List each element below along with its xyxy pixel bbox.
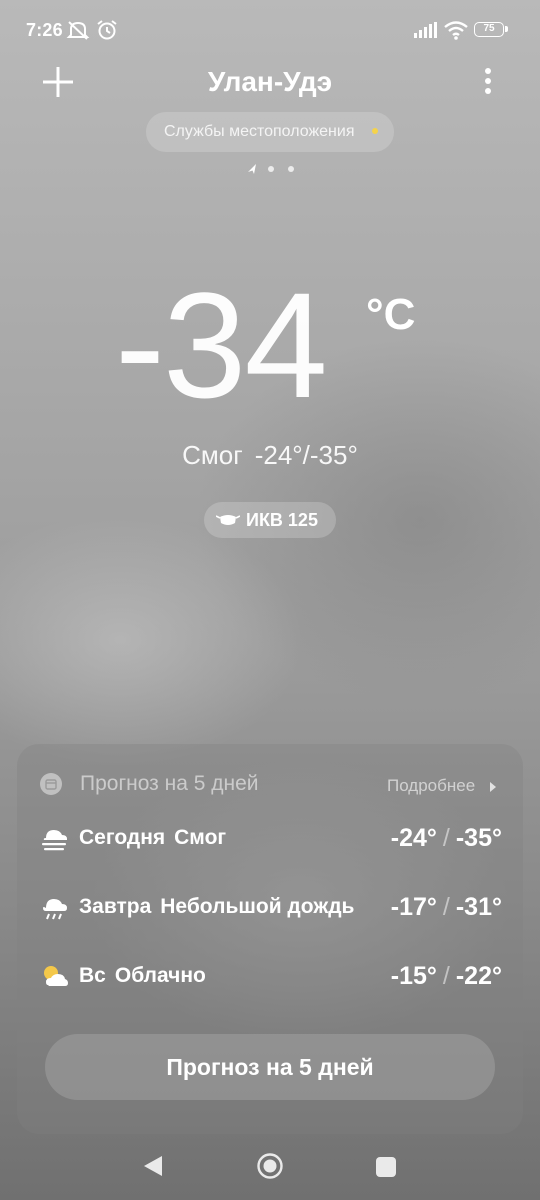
location-services-pill[interactable]: Службы местоположения — [146, 112, 394, 152]
current-temperature: -34 — [115, 261, 328, 429]
temperature-unit: °C — [366, 290, 416, 339]
page-dot — [268, 166, 274, 172]
five-day-forecast-button[interactable]: Прогноз на 5 дней — [45, 1034, 495, 1100]
navigation-bar — [0, 1140, 540, 1200]
partly-cloudy-icon — [40, 962, 70, 992]
wifi-icon — [444, 20, 468, 45]
aqi-label: ИКВ 125 — [246, 510, 318, 530]
mute-icon — [66, 19, 90, 46]
signal-icon — [414, 22, 438, 43]
back-button[interactable] — [142, 1154, 164, 1183]
current-condition-line: Смог -24°/-35° — [0, 440, 540, 471]
forecast-low: -35° — [455, 824, 502, 852]
forecast-row-today[interactable]: Сегодня Смог -24° / -35° — [40, 824, 502, 860]
back-icon — [144, 1156, 162, 1176]
chevron-right-icon[interactable] — [488, 780, 498, 794]
forecast-condition: Смог — [174, 826, 227, 849]
status-bar: 7:26 75 — [0, 0, 540, 60]
location-arrow-icon — [248, 164, 256, 174]
more-menu-button[interactable] — [474, 66, 502, 100]
location-services-label: Службы местоположения — [164, 123, 355, 140]
forecast-high: -17° — [390, 893, 437, 921]
forecast-condition: Небольшой дождь — [160, 895, 355, 918]
forecast-high: -24° — [390, 824, 437, 852]
current-condition: Смог — [182, 440, 243, 470]
forecast-card-title: Прогноз на 5 дней — [80, 772, 259, 795]
battery-icon: 75 — [474, 22, 508, 37]
recents-icon — [376, 1157, 396, 1177]
forecast-day: Сегодня — [79, 826, 166, 849]
smog-icon — [40, 824, 70, 854]
rain-icon — [40, 893, 70, 923]
calendar-icon — [40, 773, 62, 795]
forecast-high: -15° — [390, 962, 437, 990]
location-status-dot — [372, 128, 378, 134]
forecast-day: Вс — [79, 964, 106, 987]
forecast-row-sunday[interactable]: Вс Облачно -15° / -22° — [40, 962, 502, 998]
city-title: Улан-Удэ — [207, 66, 333, 97]
forecast-day: Завтра — [79, 895, 152, 918]
mask-icon — [215, 511, 241, 529]
forecast-low: -22° — [455, 962, 502, 990]
current-range: -24°/-35° — [254, 440, 358, 470]
alarm-icon — [96, 19, 118, 46]
home-button[interactable] — [256, 1152, 284, 1185]
forecast-row-tomorrow[interactable]: Завтра Небольшой дождь -17° / -31° — [40, 893, 502, 929]
home-icon — [257, 1153, 283, 1179]
forecast-condition: Облачно — [114, 964, 206, 987]
more-vertical-icon — [485, 68, 491, 94]
page-dot — [288, 166, 294, 172]
status-time: 7:26 — [26, 20, 63, 40]
forecast-low: -31° — [455, 893, 502, 921]
page-indicator[interactable] — [246, 162, 306, 176]
forecast-more-link[interactable]: Подробнее — [387, 776, 475, 796]
recents-button[interactable] — [375, 1156, 397, 1183]
